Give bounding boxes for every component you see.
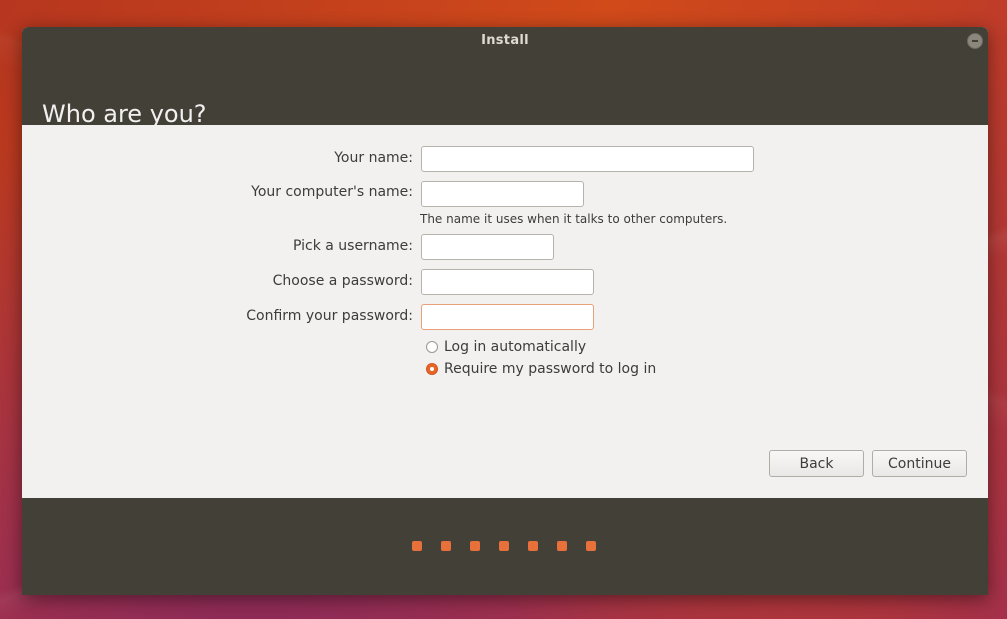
password-label: Choose a password: [272,273,413,289]
log-in-automatically-option[interactable]: Log in automatically [426,337,586,357]
your-name-label: Your name: [334,150,413,166]
installer-window: Install Who are you? Your name: Your com… [22,27,988,595]
form-area: Your name: Your computer's name: The nam… [22,125,988,498]
progress-dot [470,541,480,551]
progress-dot [586,541,596,551]
username-label: Pick a username: [292,238,413,254]
log-in-automatically-label: Log in automatically [444,339,587,355]
your-name-input[interactable] [421,146,754,172]
password-input[interactable] [421,269,594,295]
require-password-label: Require my password to log in [444,361,657,377]
window-title: Install [481,33,529,48]
computer-name-hint: The name it uses when it talks to other … [420,212,728,226]
page-title: Who are you? [42,100,207,128]
progress-indicator [412,541,596,551]
confirm-password-input[interactable] [421,304,594,330]
progress-footer [22,498,988,595]
progress-dot [412,541,422,551]
window-titlebar[interactable]: Install [22,27,988,54]
back-button[interactable]: Back [769,450,864,477]
username-input[interactable] [421,234,554,260]
radio-unchecked-icon[interactable] [426,341,438,353]
progress-dot [441,541,451,551]
confirm-password-label: Confirm your password: [246,308,413,324]
progress-dot [528,541,538,551]
continue-button[interactable]: Continue [872,450,967,477]
computer-name-input[interactable] [421,181,584,207]
radio-checked-icon[interactable] [426,363,438,375]
close-icon[interactable] [967,33,983,49]
progress-dot [557,541,567,551]
progress-dot [499,541,509,551]
require-password-option[interactable]: Require my password to log in [426,359,656,379]
computer-name-label: Your computer's name: [251,184,413,200]
